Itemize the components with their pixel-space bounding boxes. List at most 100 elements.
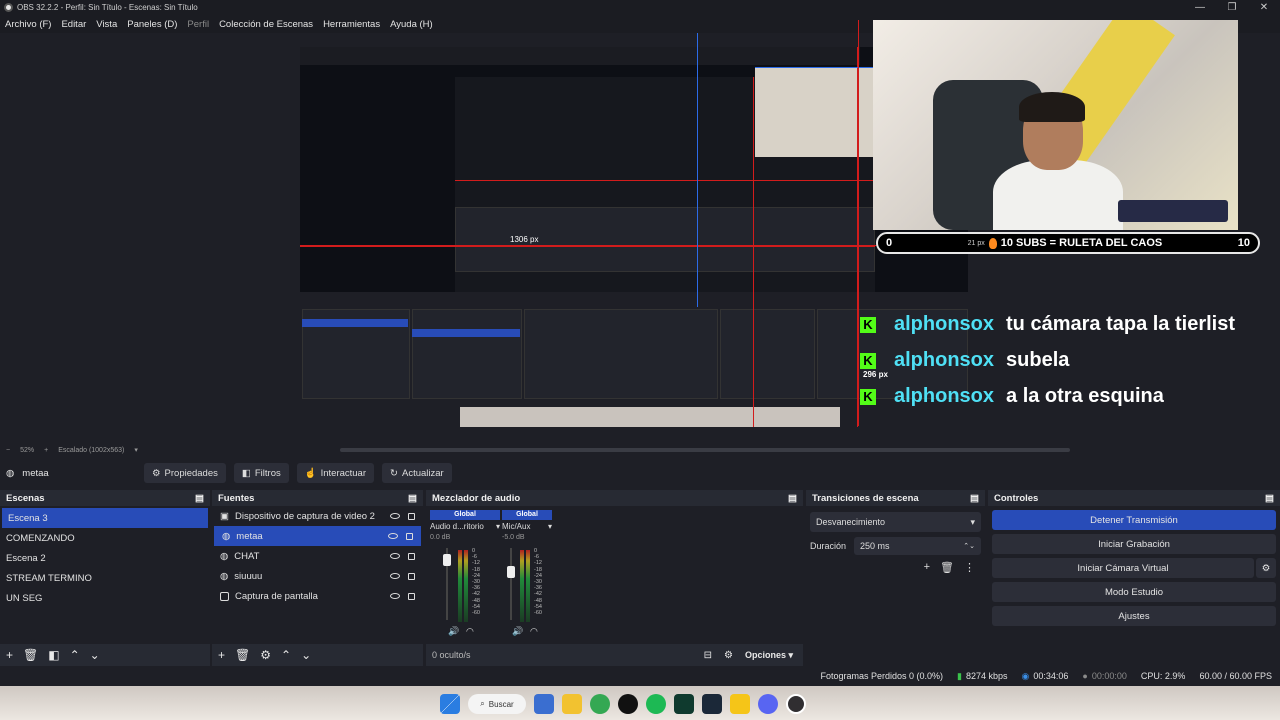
trash-icon[interactable]: 🗑 [235,648,250,662]
zoom-in-icon[interactable]: + [44,447,48,454]
audio-meter [464,550,468,622]
interact-button[interactable]: ☝ Interactuar [296,463,375,483]
minimize-icon[interactable]: — [1184,0,1216,15]
lock-icon[interactable] [408,512,415,520]
scene-item[interactable]: UN SEG [0,588,210,608]
taskbar-items: ⌕ Buscar [440,690,806,718]
speaker-icon[interactable]: 🔊 [448,626,459,637]
obs-icon[interactable] [786,694,806,714]
discord-icon[interactable] [758,694,778,714]
chevron-down-icon[interactable]: ▾ [496,522,500,531]
menu-help[interactable]: Ayuda (H) [390,19,433,30]
scene-item[interactable]: Escena 3 [2,508,208,528]
sources-dock: Fuentes ▤ ▣ Dispositivo de captura de vide… [212,490,423,666]
lock-icon[interactable] [408,572,415,580]
chevron-down-icon[interactable]: ▾ [134,446,138,454]
volume-fader[interactable] [510,548,512,620]
menu-file[interactable]: Archivo (F) [5,19,51,30]
start-recording-button[interactable]: Iniciar Grabación [992,534,1276,554]
chevron-down-icon[interactable]: ▾ [548,522,552,531]
zoom-out-icon[interactable]: − [6,447,10,454]
nested-taskbar [460,407,840,427]
filters-button[interactable]: ◧ Filtros [233,463,289,483]
scene-item[interactable]: STREAM TERMINO [0,568,210,588]
properties-button[interactable]: ⚙ Propiedades [144,463,226,483]
eye-icon[interactable] [388,532,398,539]
maximize-icon[interactable]: ❐ [1216,0,1248,15]
speaker-icon[interactable]: 🔊 [512,626,523,637]
windows-start-icon[interactable] [440,694,460,714]
arrow-down-icon[interactable]: ⌄ [301,648,311,662]
add-icon[interactable]: + [924,561,930,574]
mixer-body: Global Audio d...ritorio ▾ 0.0 dB 0 -6 -12-… [426,506,803,644]
headphones-icon[interactable]: ◠ [466,626,474,637]
refresh-button[interactable]: ↻ Actualizar [382,463,452,483]
lock-icon[interactable] [408,552,415,560]
menu-scene-collection[interactable]: Colección de Escenas [219,19,313,30]
webcam-source[interactable] [873,20,1238,230]
add-icon[interactable]: + [6,648,13,662]
more-icon[interactable]: ⋮ [964,561,975,574]
menu-docks[interactable]: Paneles (D) [127,19,177,30]
menu-tools[interactable]: Herramientas [323,19,380,30]
current-source-name: metaa [22,467,49,479]
browser-icon[interactable] [590,694,610,714]
preview-scrollbar[interactable] [340,448,1070,452]
dock-menu-icon[interactable]: ▤ [408,493,417,504]
dock-menu-icon[interactable]: ▤ [788,493,797,504]
source-item[interactable]: ▣ Dispositivo de captura de video 2 [212,506,423,526]
app-icon[interactable] [730,694,750,714]
studio-mode-button[interactable]: Modo Estudio [992,582,1276,602]
duration-input[interactable]: 250 ms ⌃⌄ [854,537,981,555]
layout-icon[interactable]: ⊟ [704,650,712,661]
scene-item[interactable]: Escena 2 [0,548,210,568]
eye-icon[interactable] [390,592,400,599]
trash-icon[interactable]: 🗑 [23,648,38,662]
eye-icon[interactable] [390,512,400,519]
dock-menu-icon[interactable]: ▤ [195,493,204,504]
spotify-icon[interactable] [646,694,666,714]
tiktok-icon[interactable] [618,694,638,714]
controls-body: Detener Transmisión Iniciar Grabación In… [988,506,1280,666]
arrow-up-icon[interactable]: ⌃ [70,648,80,662]
fader-knob[interactable] [443,554,451,566]
source-item[interactable]: ◍ CHAT [212,546,423,566]
task-view-icon[interactable] [534,694,554,714]
source-label: Dispositivo de captura de video 2 [234,510,375,522]
stop-stream-button[interactable]: Detener Transmisión [992,510,1276,530]
steam-icon[interactable] [702,694,722,714]
menu-profile[interactable]: Perfil [187,19,209,30]
dock-menu-icon[interactable]: ▤ [1265,493,1274,504]
fader-knob[interactable] [507,566,515,578]
trash-icon[interactable]: 🗑 [940,561,954,574]
transition-select[interactable]: Desvanecimiento ▾ [810,512,981,532]
start-virtual-camera-button[interactable]: Iniciar Cámara Virtual [992,558,1254,578]
lock-icon[interactable] [406,532,413,540]
file-explorer-icon[interactable] [562,694,582,714]
arrow-down-icon[interactable]: ⌄ [90,648,100,662]
eye-icon[interactable] [390,552,400,559]
source-item[interactable]: ◍ siuuuu [212,566,423,586]
settings-button[interactable]: Ajustes [992,606,1276,626]
arrow-up-icon[interactable]: ⌃ [281,648,291,662]
gear-icon[interactable]: ⚙ [1256,558,1276,578]
gear-icon[interactable]: ⚙ [260,648,271,662]
source-item[interactable]: ◍ metaa [214,526,421,546]
dock-menu-icon[interactable]: ▤ [970,493,979,504]
source-item[interactable]: Captura de pantalla [212,586,423,606]
filter-icon[interactable]: ◧ [48,648,59,662]
guide-line [697,33,698,293]
headphones-icon[interactable]: ◠ [530,626,538,637]
menu-view[interactable]: Vista [96,19,117,30]
menu-edit[interactable]: Editar [61,19,86,30]
options-button[interactable]: Opciones ▾ [745,650,793,661]
app-icon[interactable] [674,694,694,714]
lock-icon[interactable] [408,592,415,600]
scene-item[interactable]: COMENZANDO [0,528,210,548]
add-icon[interactable]: + [218,648,225,662]
taskbar-search[interactable]: ⌕ Buscar [468,694,526,714]
close-icon[interactable]: ✕ [1248,0,1280,15]
settings-icon[interactable]: ⚙ [724,650,733,661]
eye-icon[interactable] [390,572,400,579]
spin-icon[interactable]: ⌃⌄ [963,542,975,550]
